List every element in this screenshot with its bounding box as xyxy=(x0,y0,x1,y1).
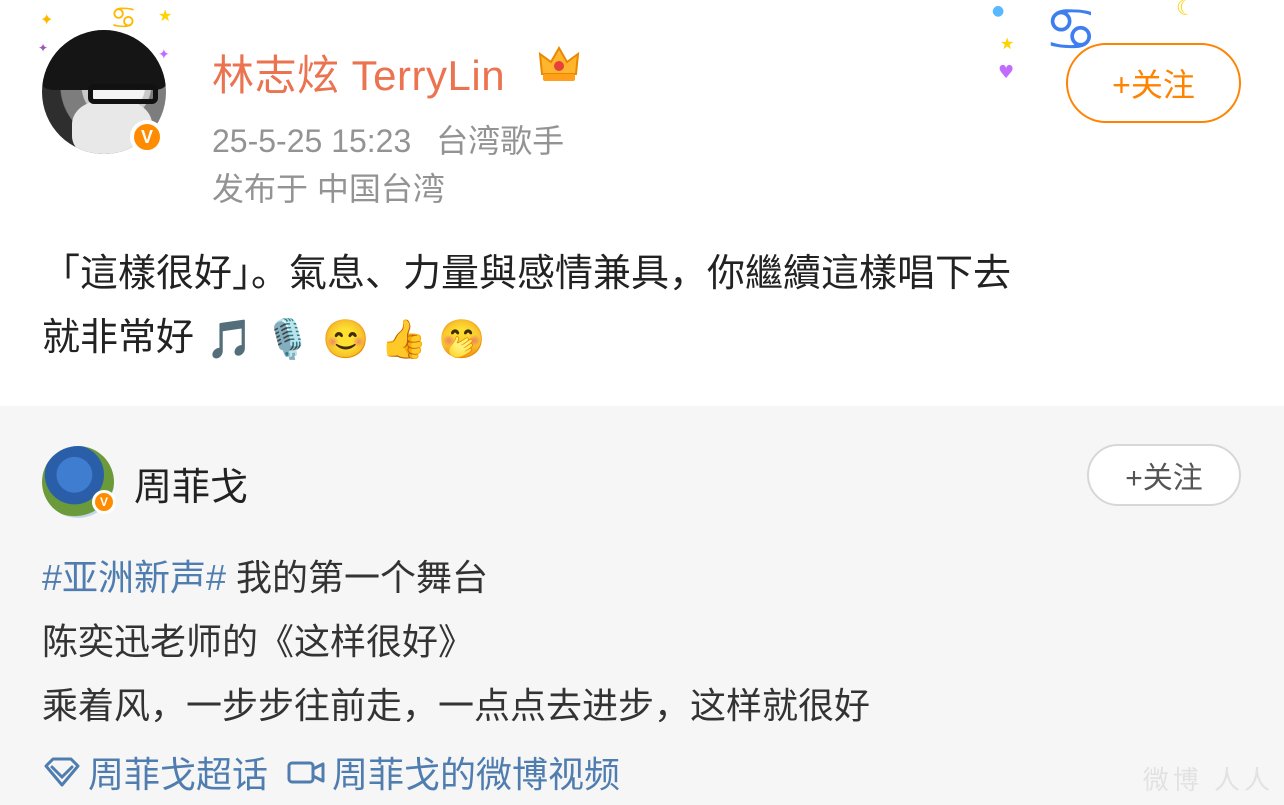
topic-diamond-icon xyxy=(44,757,80,787)
author-tag: 台湾歌手 xyxy=(436,123,565,159)
repost-text-line: 乘着风，一步步往前走，一点点去进步，这样就很好 xyxy=(42,685,871,726)
repost-links: 周菲戈超话 周菲戈的微博视频 xyxy=(42,746,638,798)
author-avatar-frame[interactable]: ✦ ♋ ★ ✦ ✧ ✦ V xyxy=(34,4,184,164)
repost-text-line: 陈奕迅老师的《这样很好》 xyxy=(42,621,475,662)
post-text-line-content: 就非常好 xyxy=(42,317,195,359)
author-name[interactable]: 林志炫 TerryLin xyxy=(212,42,505,103)
thumbs-up-icon: 👍 xyxy=(380,318,428,361)
sparkle-icon: ● xyxy=(992,3,1005,19)
post-location: 发布于 中国台湾 xyxy=(212,171,445,207)
watermark: 微博 人人 xyxy=(1142,765,1274,795)
music-note-icon: 🎵 xyxy=(206,318,254,361)
star-icon: ★ xyxy=(158,6,173,25)
post-text-line: 就非常好 🎵 🎙️ 😊 👍 🤭 xyxy=(42,306,1262,370)
repost-text-content: 我的第一个舞台 xyxy=(226,557,489,598)
reposted-card[interactable]: V 周菲戈 +关注 #亚洲新声# 我的第一个舞台 陈奕迅老师的《这样很好》 乘着… xyxy=(0,406,1284,805)
repost-text: #亚洲新声# 我的第一个舞台 陈奕迅老师的《这样很好》 乘着风，一步步往前走，一… xyxy=(42,546,1262,738)
post-text: 「這樣很好」。氣息、力量與感情兼具，你繼續這樣唱下去 就非常好 🎵 🎙️ 😊 👍 🤭 xyxy=(42,242,1262,370)
verified-icon: V xyxy=(92,490,116,514)
post-timestamp[interactable]: 25-5-25 15:23 xyxy=(212,123,411,159)
super-topic-link[interactable]: 周菲戈超话 xyxy=(42,746,268,798)
smile-icon: 😊 xyxy=(322,318,370,361)
video-camera-icon xyxy=(287,761,325,784)
microphone-icon: 🎙️ xyxy=(264,318,312,361)
repost-text-line: #亚洲新声# 我的第一个舞台 xyxy=(42,546,1262,610)
repost-follow-button[interactable]: +关注 xyxy=(1087,444,1241,506)
crown-icon xyxy=(538,45,580,81)
topic-link[interactable]: #亚洲新声# xyxy=(42,557,226,598)
moon-icon: ☾ xyxy=(1176,0,1196,21)
heart-icon: ♥ xyxy=(998,62,1015,83)
star-icon: ★ xyxy=(1000,34,1015,53)
post-meta: 25-5-25 15:23 台湾歌手 xyxy=(212,116,580,162)
super-topic-label: 周菲戈超话 xyxy=(88,754,269,795)
weibo-post: ✦ ♋ ★ ✦ ✧ ✦ V 林志炫 TerryLin 25-5-25 15:23… xyxy=(0,0,1284,406)
giggle-icon: 🤭 xyxy=(438,318,486,361)
weibo-video-link[interactable]: 周菲戈的微博视频 xyxy=(286,746,620,798)
weibo-video-label: 周菲戈的微博视频 xyxy=(332,754,621,795)
star-icon: ✦ xyxy=(40,10,54,29)
verified-icon: V xyxy=(130,120,164,154)
post-text-line: 「這樣很好」。氣息、力量與感情兼具，你繼續這樣唱下去 xyxy=(42,253,1012,295)
repost-author-name[interactable]: 周菲戈 xyxy=(134,456,248,511)
follow-button[interactable]: +关注 xyxy=(1066,43,1241,123)
